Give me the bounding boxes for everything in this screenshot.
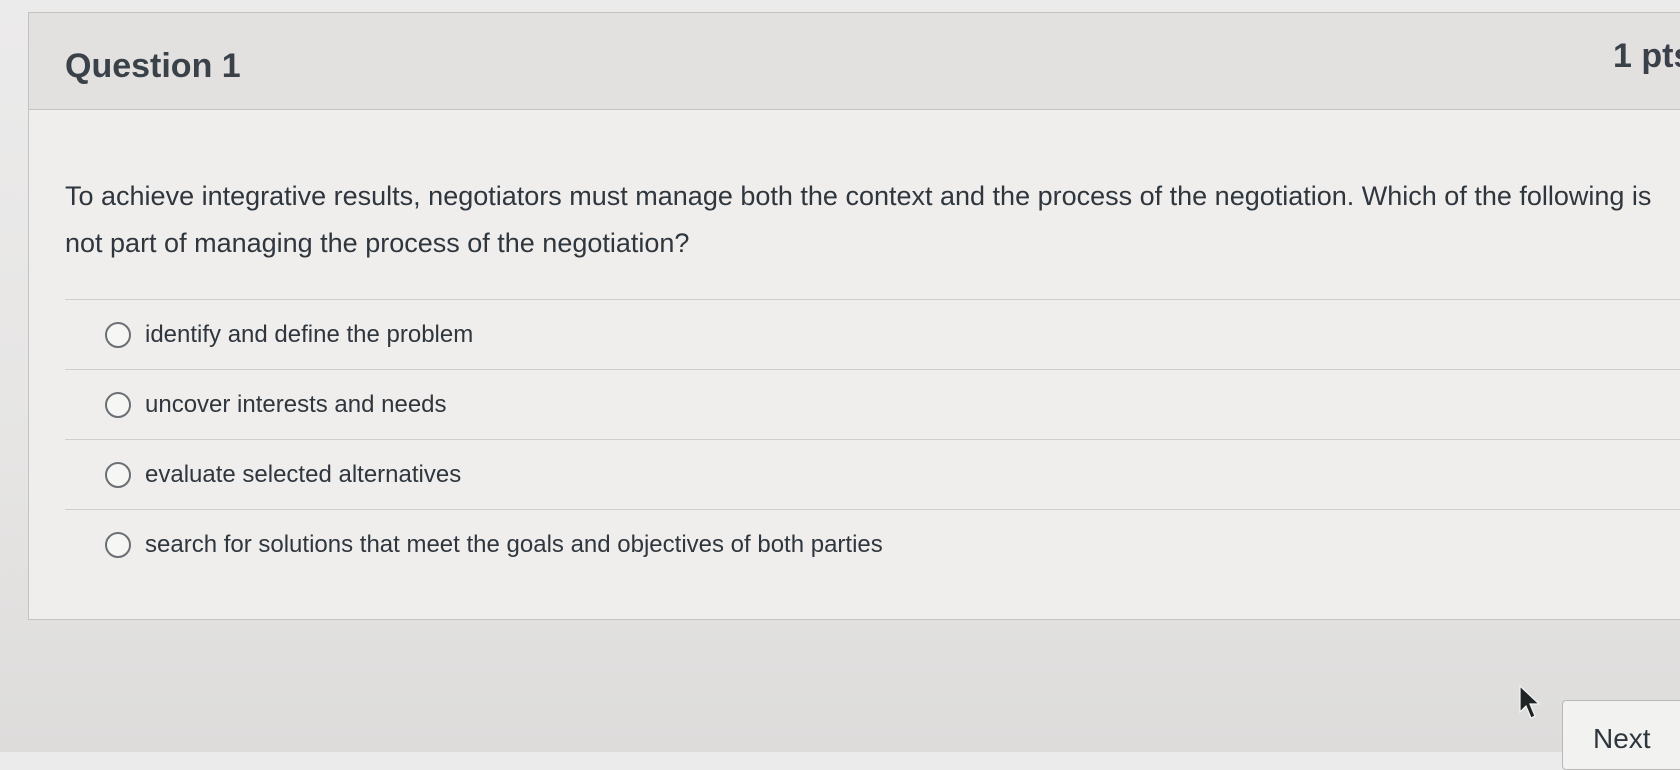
answer-option[interactable]: identify and define the problem (65, 299, 1680, 369)
radio-unselected-icon[interactable] (105, 461, 131, 488)
radio-unselected-icon[interactable] (105, 391, 131, 418)
question-text: To achieve integrative results, negotiat… (65, 181, 1652, 258)
answer-label[interactable]: evaluate selected alternatives (145, 461, 461, 489)
mouse-pointer-icon (1519, 684, 1541, 719)
answer-label[interactable]: uncover interests and needs (145, 391, 447, 419)
answer-option[interactable]: search for solutions that meet the goals… (65, 509, 1680, 579)
answer-option[interactable]: evaluate selected alternatives (65, 439, 1680, 509)
question-title: Question 1 (65, 47, 241, 85)
radio-unselected-icon[interactable] (105, 531, 131, 558)
answer-list: identify and define the problem uncover … (65, 299, 1680, 579)
answer-label[interactable]: identify and define the problem (145, 321, 473, 349)
radio-unselected-icon[interactable] (105, 321, 131, 348)
next-button[interactable]: Next (1562, 700, 1680, 770)
answer-label[interactable]: search for solutions that meet the goals… (145, 531, 883, 559)
answer-option[interactable]: uncover interests and needs (65, 369, 1680, 439)
question-points: 1 pts (1613, 37, 1680, 75)
question-header: Question 1 1 pts (29, 13, 1680, 110)
question-card: Question 1 1 pts To achieve integrative … (28, 12, 1680, 620)
